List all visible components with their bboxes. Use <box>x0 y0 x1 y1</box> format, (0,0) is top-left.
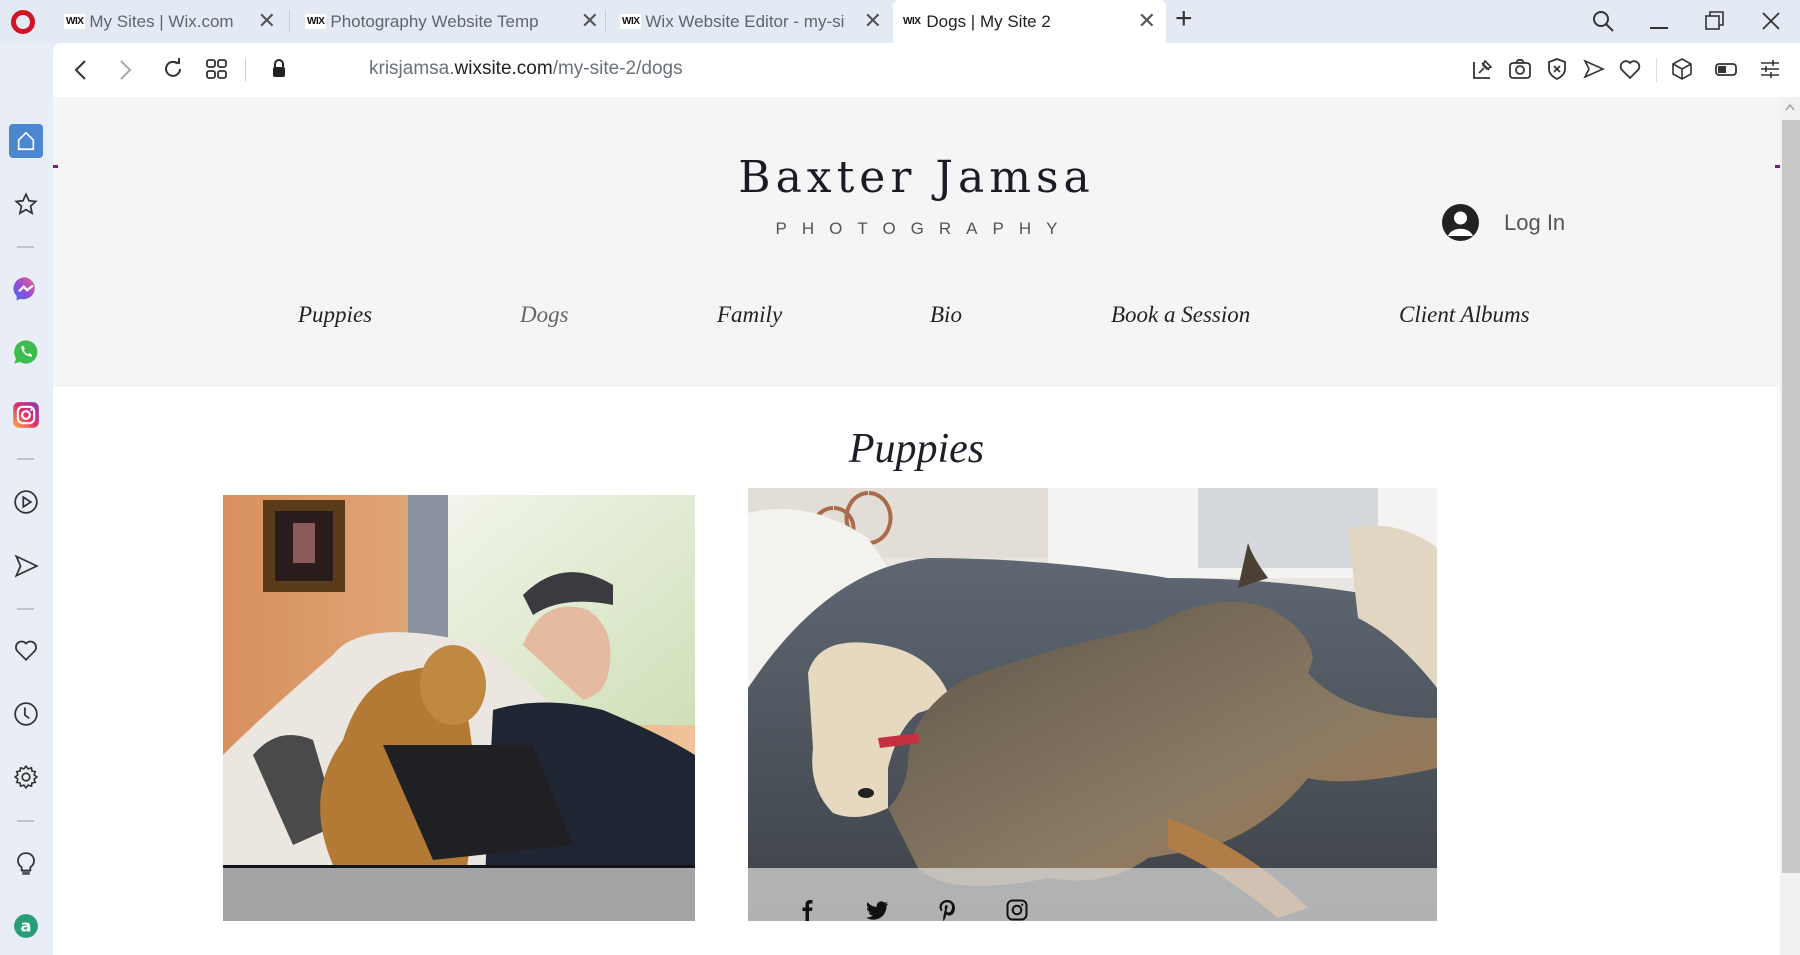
tab-divider <box>289 10 290 33</box>
close-tab-icon[interactable]: ✕ <box>258 8 276 34</box>
photo-overlay <box>748 868 1437 921</box>
nav-item-bio[interactable]: Bio <box>930 302 962 328</box>
nav-item-dogs[interactable]: Dogs <box>520 302 569 328</box>
url-subdomain: krisjamsa. <box>369 58 455 79</box>
wix-favicon-icon: WIX <box>64 14 86 29</box>
sidebar-divider <box>17 608 34 610</box>
sidebar-divider <box>17 246 34 248</box>
wix-favicon-icon: WIX <box>620 14 642 29</box>
pinterest-icon[interactable] <box>934 899 960 921</box>
tab-label: My Sites | Wix.com <box>89 11 234 31</box>
page-scrollbar[interactable] <box>1780 97 1800 955</box>
section-heading: Puppies <box>848 426 985 472</box>
lightbulb-icon[interactable] <box>11 849 41 879</box>
tab-photography-template[interactable]: WIX Photography Website Temp ✕ <box>297 0 609 43</box>
home-icon[interactable] <box>9 124 43 158</box>
wix-favicon-icon: WIX <box>305 14 327 29</box>
restore-icon[interactable] <box>1704 10 1726 32</box>
nav-item-puppies[interactable]: Puppies <box>298 302 372 328</box>
nav-item-client-albums[interactable]: Client Albums <box>1399 302 1530 328</box>
url-path: /my-site-2/dogs <box>552 58 683 79</box>
photo-overlay <box>223 868 695 921</box>
battery-saver-icon[interactable] <box>1714 57 1738 81</box>
divider <box>1656 58 1657 82</box>
close-window-icon[interactable] <box>1760 10 1782 32</box>
heart-icon[interactable] <box>11 635 41 665</box>
svg-text:a: a <box>21 916 32 935</box>
twitter-icon[interactable] <box>864 899 890 921</box>
tab-grid-icon[interactable] <box>205 57 229 81</box>
camera-icon[interactable] <box>1508 57 1532 81</box>
tab-bar: WIX My Sites | Wix.com ✕ WIX Photography… <box>0 0 1800 43</box>
wix-favicon-icon: WIX <box>901 14 923 29</box>
scroll-up-arrow-icon[interactable] <box>1785 103 1795 111</box>
opera-logo-icon[interactable] <box>11 10 35 34</box>
search-tabs-icon[interactable] <box>1591 9 1615 33</box>
url-domain: wixsite.com <box>454 58 553 79</box>
facebook-icon[interactable] <box>794 899 820 921</box>
login-button[interactable]: Log In <box>1442 204 1565 241</box>
easy-setup-icon[interactable] <box>1758 57 1782 81</box>
sidebar-divider <box>17 820 34 822</box>
instagram-icon[interactable] <box>1004 899 1030 921</box>
tab-my-sites[interactable]: WIX My Sites | Wix.com ✕ <box>56 0 286 43</box>
new-tab-button[interactable]: + <box>1175 2 1193 36</box>
back-icon[interactable] <box>71 58 91 82</box>
send-icon[interactable] <box>1582 57 1606 81</box>
send-icon[interactable] <box>11 551 41 581</box>
forward-icon[interactable] <box>115 58 135 82</box>
history-icon[interactable] <box>11 699 41 729</box>
player-icon[interactable] <box>11 487 41 517</box>
user-avatar-icon <box>1442 204 1479 241</box>
address-bar: krisjamsa.wixsite.com/my-site-2/dogs <box>53 43 1800 97</box>
tab-divider <box>605 10 606 33</box>
divider <box>245 59 246 81</box>
webpage: Baxter Jamsa PHOTOGRAPHY Log In Puppies … <box>53 97 1780 955</box>
reload-icon[interactable] <box>161 57 185 81</box>
site-header: Baxter Jamsa PHOTOGRAPHY Log In Puppies … <box>53 97 1780 387</box>
shield-block-icon[interactable] <box>1545 57 1569 81</box>
minimize-icon[interactable] <box>1648 12 1670 32</box>
sidebar: a <box>0 97 53 955</box>
close-tab-icon[interactable]: ✕ <box>581 8 599 34</box>
settings-icon[interactable] <box>11 762 41 792</box>
tab-wix-editor[interactable]: WIX Wix Website Editor - my-sit ✕ <box>612 0 892 43</box>
messenger-icon[interactable] <box>11 274 41 304</box>
nav-item-book-a-session[interactable]: Book a Session <box>1111 302 1250 328</box>
nav-item-family[interactable]: Family <box>717 302 782 328</box>
instagram-icon[interactable] <box>11 400 41 430</box>
scrollbar-thumb[interactable] <box>1782 120 1800 873</box>
aria-icon[interactable]: a <box>11 911 41 941</box>
heart-icon[interactable] <box>1618 57 1642 81</box>
tab-label: Wix Website Editor - my-sit <box>645 11 846 31</box>
photo-dogs-on-bed[interactable] <box>748 488 1437 921</box>
star-icon[interactable] <box>11 189 41 219</box>
tab-label: Dogs | My Site 2 <box>926 11 1051 31</box>
site-title[interactable]: Baxter Jamsa <box>53 152 1780 203</box>
close-tab-icon[interactable]: ✕ <box>864 8 882 34</box>
cube-icon[interactable] <box>1670 57 1694 81</box>
login-label: Log In <box>1504 209 1566 235</box>
snapshot-pin-icon[interactable] <box>1471 57 1495 81</box>
close-tab-icon[interactable]: ✕ <box>1138 8 1156 34</box>
tab-dogs-my-site-2[interactable]: WIX Dogs | My Site 2 ✕ <box>893 0 1166 43</box>
sidebar-divider <box>17 458 34 460</box>
lock-icon[interactable] <box>270 57 288 81</box>
whatsapp-icon[interactable] <box>11 337 41 367</box>
tab-label: Photography Website Temp <box>330 11 539 31</box>
url-field[interactable]: krisjamsa.wixsite.com/my-site-2/dogs <box>369 58 683 80</box>
photo-dog-with-man[interactable] <box>223 495 695 921</box>
